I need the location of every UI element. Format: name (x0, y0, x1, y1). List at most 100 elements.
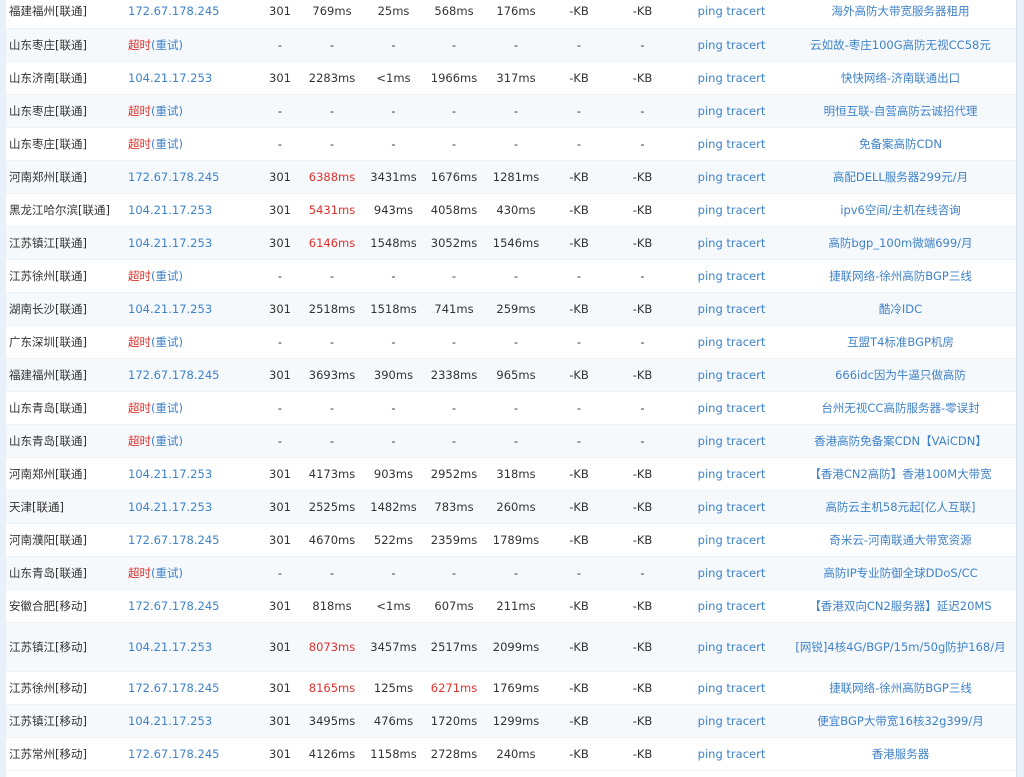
ping-link[interactable]: ping (698, 500, 723, 514)
retry-link[interactable]: (重试) (151, 137, 183, 151)
timeout-cell[interactable]: 超时(重试) (128, 94, 260, 128)
ping-link[interactable]: ping (698, 203, 723, 217)
table-row: 山东青岛[联通] 超时(重试) - - - - - - - ping tracert 香港高防免备案… (6, 424, 1016, 458)
location-cell: 江苏镇江[移动] (6, 622, 128, 672)
ping-link[interactable]: ping (698, 401, 723, 415)
ping-link[interactable]: ping (698, 434, 723, 448)
timeout-cell[interactable]: 超时(重试) (128, 127, 260, 161)
tracert-link[interactable]: tracert (726, 467, 765, 481)
tracert-link[interactable]: tracert (726, 137, 765, 151)
retry-link[interactable]: (重试) (151, 566, 183, 580)
ad-cell: 奇米云-河南联通大带宽资源 (789, 523, 1016, 557)
ad-link[interactable]: 香港服务器 (872, 747, 930, 761)
ping-link[interactable]: ping (698, 368, 723, 382)
tracert-link[interactable]: tracert (726, 500, 765, 514)
tracert-link[interactable]: tracert (726, 4, 765, 18)
tracert-link[interactable]: tracert (726, 269, 765, 283)
ad-link[interactable]: 【香港双向CN2服务器】延迟20MS (809, 599, 991, 613)
ping-link[interactable]: ping (698, 71, 723, 85)
speed-cell: -KB (611, 737, 674, 771)
retry-link[interactable]: (重试) (151, 335, 183, 349)
ping-link[interactable]: ping (698, 4, 723, 18)
tracert-link[interactable]: tracert (726, 170, 765, 184)
tracert-link[interactable]: tracert (726, 640, 765, 654)
ad-link[interactable]: 便宜BGP大带宽16核32g399/月 (817, 714, 983, 728)
tracert-link[interactable]: tracert (726, 566, 765, 580)
size-cell: -KB (547, 704, 611, 738)
tracert-link[interactable]: tracert (726, 599, 765, 613)
ad-link[interactable]: 云如故-枣庄100G高防无视CC58元 (810, 38, 991, 52)
tracert-link[interactable]: tracert (726, 38, 765, 52)
ping-link[interactable]: ping (698, 170, 723, 184)
retry-link[interactable]: (重试) (151, 104, 183, 118)
ad-link[interactable]: 高防IP专业防御全球DDoS/CC (823, 566, 977, 580)
speed-cell: - (611, 556, 674, 590)
ping-link[interactable]: ping (698, 681, 723, 695)
ping-link[interactable]: ping (698, 467, 723, 481)
ping-link[interactable]: ping (698, 236, 723, 250)
retry-link[interactable]: (重试) (151, 401, 183, 415)
ad-link[interactable]: 明恒互联-自营高防云诚招代理 (824, 104, 978, 118)
ping-link[interactable]: ping (698, 747, 723, 761)
timeout-cell[interactable]: 超时(重试) (128, 28, 260, 62)
ad-link[interactable]: 高防bgp_100m微端699/月 (828, 236, 972, 250)
tracert-link[interactable]: tracert (726, 203, 765, 217)
ping-link[interactable]: ping (698, 566, 723, 580)
retry-link[interactable]: (重试) (151, 434, 183, 448)
ad-link[interactable]: 免备案高防CDN (859, 137, 942, 151)
actions-cell: ping tracert (674, 391, 789, 425)
ad-link[interactable]: 奇米云-河南联通大带宽资源 (829, 533, 971, 547)
ad-link[interactable]: 捷联网络-徐州高防BGP三线 (829, 681, 972, 695)
ad-link[interactable]: 台州无视CC高防服务器-零误封 (821, 401, 979, 415)
tracert-link[interactable]: tracert (726, 747, 765, 761)
download-time-cell: 211ms (485, 589, 547, 623)
tracert-link[interactable]: tracert (726, 434, 765, 448)
ping-link[interactable]: ping (698, 335, 723, 349)
tracert-link[interactable]: tracert (726, 236, 765, 250)
ad-link[interactable]: 互盟T4标准BGP机房 (847, 335, 954, 349)
ad-link[interactable]: ipv6空间/主机在线咨询 (840, 203, 961, 217)
ping-link[interactable]: ping (698, 302, 723, 316)
ping-link[interactable]: ping (698, 599, 723, 613)
speed-cell: - (611, 127, 674, 161)
tracert-link[interactable]: tracert (726, 714, 765, 728)
tracert-link[interactable]: tracert (726, 368, 765, 382)
tracert-link[interactable]: tracert (726, 302, 765, 316)
ad-link[interactable]: 【香港CN2高防】香港100M大带宽 (809, 467, 991, 481)
tracert-link[interactable]: tracert (726, 533, 765, 547)
size-cell: -KB (547, 622, 611, 672)
tracert-link[interactable]: tracert (726, 71, 765, 85)
ad-link[interactable]: 666idc因为牛逼只做高防 (835, 368, 966, 382)
tracert-link[interactable]: tracert (726, 401, 765, 415)
timeout-label: 超时 (128, 565, 151, 580)
timeout-cell[interactable]: 超时(重试) (128, 424, 260, 458)
ping-link[interactable]: ping (698, 533, 723, 547)
ad-link[interactable]: 高防云主机58元起[亿人互联] (825, 500, 975, 514)
status-code-cell: 301 (260, 358, 300, 392)
tracert-link[interactable]: tracert (726, 335, 765, 349)
ad-link[interactable]: 捷联网络-徐州高防BGP三线 (829, 269, 972, 283)
tracert-link[interactable]: tracert (726, 104, 765, 118)
connect-time-cell: 2359ms (423, 523, 485, 557)
ping-link[interactable]: ping (698, 269, 723, 283)
size-cell: -KB (547, 589, 611, 623)
timeout-cell[interactable]: 超时(重试) (128, 391, 260, 425)
tracert-link[interactable]: tracert (726, 681, 765, 695)
ping-link[interactable]: ping (698, 38, 723, 52)
ad-link[interactable]: [网锐]4核4G/BGP/15m/50g防护168/月 (795, 640, 1005, 654)
retry-link[interactable]: (重试) (151, 38, 183, 52)
retry-link[interactable]: (重试) (151, 269, 183, 283)
ping-link[interactable]: ping (698, 104, 723, 118)
ad-link[interactable]: 海外高防大带宽服务器租用 (832, 4, 970, 18)
ad-link[interactable]: 高配DELL服务器299元/月 (833, 170, 968, 184)
timeout-cell[interactable]: 超时(重试) (128, 325, 260, 359)
ping-link[interactable]: ping (698, 640, 723, 654)
timeout-cell[interactable]: 超时(重试) (128, 556, 260, 590)
ad-link[interactable]: 酷冷IDC (879, 302, 922, 316)
ping-link[interactable]: ping (698, 714, 723, 728)
timeout-cell[interactable]: 超时(重试) (128, 259, 260, 293)
ping-link[interactable]: ping (698, 137, 723, 151)
total-time-cell: 4126ms (300, 737, 364, 771)
ad-link[interactable]: 香港高防免备案CDN【VAiCDN】 (814, 434, 987, 448)
ad-link[interactable]: 快快网络-济南联通出口 (841, 71, 960, 85)
